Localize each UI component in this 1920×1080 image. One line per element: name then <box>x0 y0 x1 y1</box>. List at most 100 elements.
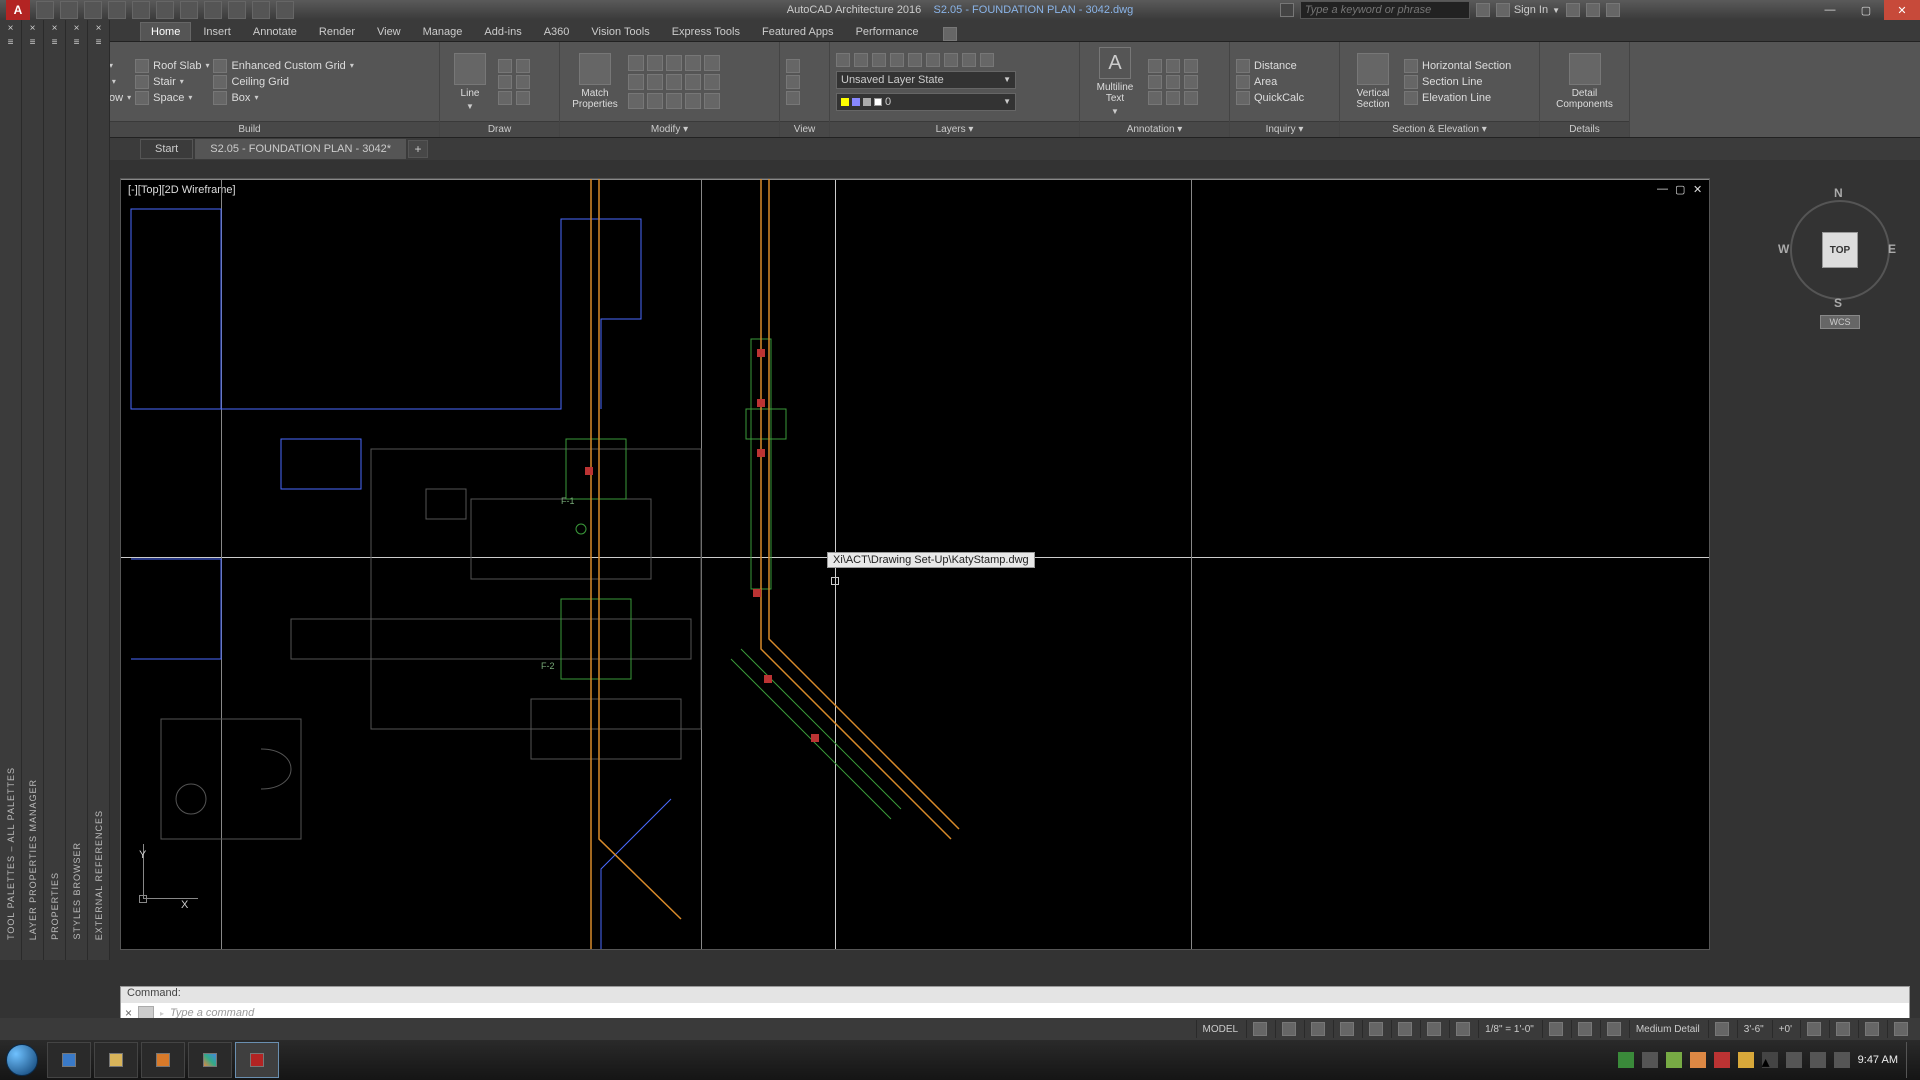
offset-icon[interactable] <box>704 74 720 90</box>
rotate-icon[interactable] <box>666 55 682 71</box>
stair-button[interactable]: Stair▾ <box>135 75 209 89</box>
gear-toggle[interactable] <box>1542 1020 1569 1038</box>
area-button[interactable]: Area <box>1236 75 1304 89</box>
view-icon[interactable] <box>786 75 800 89</box>
a360-icon[interactable] <box>1586 3 1600 17</box>
pin-icon[interactable]: ≡ <box>74 37 80 48</box>
minimize-button[interactable]: — <box>1812 0 1848 20</box>
hatch-icon[interactable] <box>498 91 512 105</box>
anno-icon[interactable] <box>1148 91 1162 105</box>
panel-title-build[interactable]: Build <box>60 121 439 137</box>
lwt-toggle[interactable] <box>1449 1020 1476 1038</box>
tab-express-tools[interactable]: Express Tools <box>662 23 750 41</box>
layer-icon[interactable] <box>926 53 940 67</box>
quickcalc-button[interactable]: QuickCalc <box>1236 91 1304 105</box>
panel-title-draw[interactable]: Draw <box>440 121 559 137</box>
anno-scale-dropdown[interactable]: 1/8" = 1'-0" <box>1478 1020 1540 1038</box>
hsection-button[interactable]: Horizontal Section <box>1404 59 1511 73</box>
vsection-button[interactable]: Vertical Section <box>1346 51 1400 112</box>
close-icon[interactable]: × <box>52 23 58 34</box>
explode-icon[interactable] <box>628 93 644 109</box>
tray-arrow-icon[interactable]: ▴ <box>1762 1052 1778 1068</box>
arc-icon[interactable] <box>498 75 512 89</box>
model-toggle[interactable]: MODEL <box>1196 1020 1245 1038</box>
break-icon[interactable] <box>685 93 701 109</box>
viewcube[interactable]: TOP N S E W WCS <box>1780 190 1900 340</box>
fillet-icon[interactable] <box>666 74 682 90</box>
tray-icon[interactable] <box>1666 1052 1682 1068</box>
tab-start[interactable]: Start <box>140 139 193 159</box>
tag-icon[interactable] <box>1184 59 1198 73</box>
view-icon[interactable] <box>786 91 800 105</box>
close-icon[interactable]: × <box>30 23 36 34</box>
customgrid-button[interactable]: Enhanced Custom Grid▾ <box>213 59 353 73</box>
tray-icon[interactable] <box>1618 1052 1634 1068</box>
mirror-icon[interactable] <box>704 55 720 71</box>
compass-w[interactable]: W <box>1778 242 1789 256</box>
help-icon[interactable] <box>1606 3 1620 17</box>
monitor-toggle[interactable] <box>1600 1020 1627 1038</box>
panel-title-annotation[interactable]: Annotation ▾ <box>1080 121 1229 137</box>
tab-vision-tools[interactable]: Vision Tools <box>581 23 659 41</box>
task-player[interactable] <box>141 1042 185 1078</box>
plus-toggle[interactable] <box>1571 1020 1598 1038</box>
view-icon[interactable] <box>786 59 800 73</box>
exchange-icon[interactable] <box>1566 3 1580 17</box>
save-icon[interactable] <box>84 1 102 19</box>
panel-title-details[interactable]: Details <box>1540 121 1629 137</box>
layer-icon[interactable] <box>944 53 958 67</box>
task-ie[interactable] <box>47 1042 91 1078</box>
erase-icon[interactable] <box>647 93 663 109</box>
pin-icon[interactable]: ≡ <box>8 37 14 48</box>
layerprop-icon[interactable] <box>836 53 850 67</box>
network-icon[interactable] <box>1810 1052 1826 1068</box>
start-button[interactable] <box>0 1040 44 1080</box>
tray-icon[interactable] <box>1642 1052 1658 1068</box>
app-menu-button[interactable]: A <box>6 0 30 20</box>
osnap-toggle[interactable] <box>1362 1020 1389 1038</box>
otrack-toggle[interactable] <box>1391 1020 1418 1038</box>
detail-level-dropdown[interactable]: Medium Detail <box>1629 1020 1706 1038</box>
dim-icon[interactable] <box>1148 59 1162 73</box>
anno-icon[interactable] <box>1184 75 1198 89</box>
join-icon[interactable] <box>666 93 682 109</box>
roofslab-button[interactable]: Roof Slab▾ <box>135 59 209 73</box>
panel-title-section[interactable]: Section & Elevation ▾ <box>1340 121 1539 137</box>
trim-icon[interactable] <box>685 55 701 71</box>
pin-icon[interactable]: ≡ <box>30 37 36 48</box>
palette-properties[interactable]: ×≡PROPERTIES <box>44 20 66 960</box>
tab-manage[interactable]: Manage <box>413 23 473 41</box>
signin-button[interactable]: Sign In ▼ <box>1496 3 1560 17</box>
elevline-button[interactable]: Elevation Line <box>1404 91 1511 105</box>
tab-featured-apps[interactable]: Featured Apps <box>752 23 844 41</box>
palette-layer-manager[interactable]: ×≡LAYER PROPERTIES MANAGER <box>22 20 44 960</box>
task-explorer[interactable] <box>94 1042 138 1078</box>
polar-toggle[interactable] <box>1333 1020 1360 1038</box>
wcs-button[interactable]: WCS <box>1820 315 1860 329</box>
task-chrome[interactable] <box>188 1042 232 1078</box>
iso-toggle[interactable] <box>1800 1020 1827 1038</box>
clock[interactable]: 9:47 AM <box>1858 1054 1898 1066</box>
open-icon[interactable] <box>60 1 78 19</box>
anno-icon[interactable] <box>1166 91 1180 105</box>
qat-icon[interactable] <box>204 1 222 19</box>
ortho-toggle[interactable] <box>1304 1020 1331 1038</box>
dyn-toggle[interactable] <box>1420 1020 1447 1038</box>
layer-icon[interactable] <box>890 53 904 67</box>
layer-state-dropdown[interactable]: Unsaved Layer State▼ <box>836 71 1016 89</box>
tab-insert[interactable]: Insert <box>193 23 241 41</box>
palette-tool-palettes[interactable]: ×≡TOOL PALETTES – ALL PALETTES <box>0 20 22 960</box>
line-button[interactable]: Line▼ <box>446 51 494 113</box>
pin-icon[interactable]: ≡ <box>52 37 58 48</box>
ellipse-icon[interactable] <box>516 91 530 105</box>
rect-icon[interactable] <box>516 75 530 89</box>
sectionline-button[interactable]: Section Line <box>1404 75 1511 89</box>
anno-icon[interactable] <box>1166 75 1180 89</box>
close-icon[interactable]: × <box>74 23 80 34</box>
grid-toggle[interactable] <box>1246 1020 1273 1038</box>
elev1-readout[interactable]: 3'-6" <box>1737 1020 1770 1038</box>
file-tab-active[interactable]: S2.05 - FOUNDATION PLAN - 3042* <box>195 139 406 159</box>
polyline-icon[interactable] <box>498 59 512 73</box>
layer-icon[interactable] <box>962 53 976 67</box>
close-button[interactable]: ✕ <box>1884 0 1920 20</box>
